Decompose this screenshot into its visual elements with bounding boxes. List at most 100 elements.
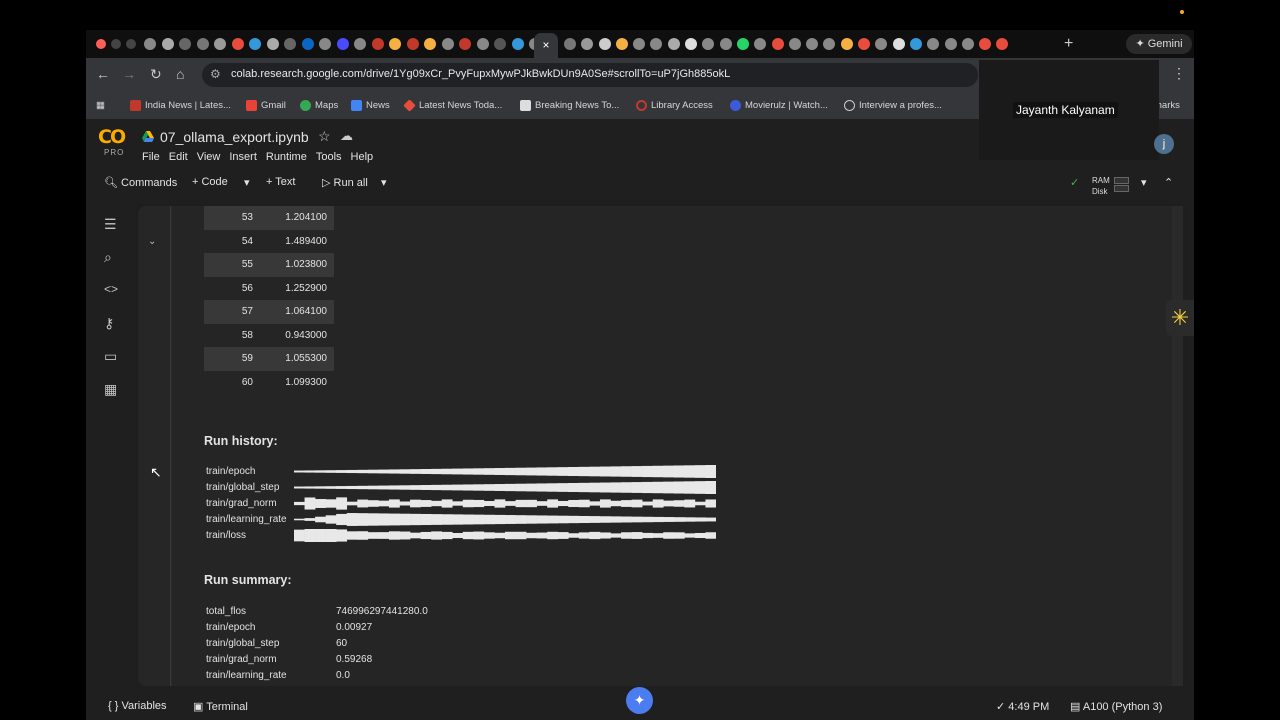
bookmark-item[interactable]: Gmail xyxy=(246,100,286,111)
collapse-output-icon[interactable]: ⌄ xyxy=(148,236,156,247)
new-tab-button[interactable]: + xyxy=(1064,35,1073,53)
tab-favicon-icon[interactable] xyxy=(494,38,506,50)
bookmark-item[interactable]: Maps xyxy=(300,100,338,111)
notebook-title[interactable]: 07_ollama_export.ipynb xyxy=(160,129,309,145)
tab-favicon-icon[interactable] xyxy=(476,38,489,50)
tab-favicon-icon[interactable] xyxy=(336,38,349,50)
tab-favicon-icon[interactable] xyxy=(214,38,226,50)
tab-favicon-icon[interactable] xyxy=(771,38,784,50)
tab-favicon-icon[interactable] xyxy=(284,38,296,50)
maximize-window-button[interactable] xyxy=(126,39,136,49)
gemini-button[interactable]: ✦ Gemini xyxy=(1126,34,1192,54)
secrets-key-icon[interactable]: ⚷ xyxy=(104,315,114,332)
menu-runtime[interactable]: Runtime xyxy=(266,151,307,163)
tab-close-icon[interactable]: × xyxy=(542,38,549,52)
bookmark-item[interactable]: Latest News Toda... xyxy=(403,99,502,112)
tab-favicon-icon[interactable] xyxy=(441,38,454,50)
star-icon[interactable]: ☆ xyxy=(318,128,331,145)
tab-favicon-icon[interactable] xyxy=(196,38,209,50)
home-icon[interactable]: ⌂ xyxy=(176,66,184,82)
tab-favicon-icon[interactable] xyxy=(736,38,749,50)
tab-favicon-icon[interactable] xyxy=(650,38,663,50)
tab-favicon-icon[interactable] xyxy=(406,38,419,50)
tab-favicon-icon[interactable] xyxy=(788,38,801,50)
bookmark-item[interactable]: Library Access xyxy=(636,100,713,111)
tab-favicon-icon[interactable] xyxy=(615,38,628,50)
tab-favicon-icon[interactable] xyxy=(389,38,401,50)
bookmark-item[interactable]: News xyxy=(351,100,390,111)
table-of-contents-icon[interactable]: ☰ xyxy=(104,216,117,233)
tab-favicon-icon[interactable] xyxy=(840,38,853,50)
tab-favicon-icon[interactable] xyxy=(823,38,836,50)
active-tab[interactable]: × xyxy=(534,33,558,58)
add-code-button[interactable]: + Code xyxy=(192,176,228,188)
site-settings-icon[interactable]: ⚙ xyxy=(210,67,221,81)
tab-favicon-icon[interactable] xyxy=(719,38,732,50)
runtime-dropdown-icon[interactable]: ▾ xyxy=(1141,176,1147,189)
tab-favicon-icon[interactable] xyxy=(754,38,767,50)
tab-favicon-icon[interactable] xyxy=(875,38,888,50)
code-snippets-icon[interactable]: <> xyxy=(104,282,118,296)
resource-monitor[interactable]: RAM Disk xyxy=(1092,175,1110,197)
tab-favicon-icon[interactable] xyxy=(371,38,384,50)
commands-button[interactable]: 🔍︎ Commands xyxy=(104,176,177,189)
tab-favicon-icon[interactable] xyxy=(319,38,331,50)
tab-favicon-icon[interactable] xyxy=(564,38,576,50)
terminal-button[interactable]: ▣ Terminal xyxy=(193,700,248,713)
run-all-button[interactable]: ▷ Run all xyxy=(322,176,368,189)
menu-help[interactable]: Help xyxy=(351,151,374,163)
tab-favicon-icon[interactable] xyxy=(979,38,992,50)
tab-favicon-icon[interactable] xyxy=(806,38,819,50)
cloud-icon[interactable]: ☁ xyxy=(340,128,353,144)
tab-favicon-icon[interactable] xyxy=(459,38,471,50)
address-bar[interactable]: ⚙ colab.research.google.com/drive/1Yg09x… xyxy=(202,63,978,87)
forward-arrow-icon[interactable]: → xyxy=(122,66,136,82)
tab-favicon-icon[interactable] xyxy=(266,38,279,50)
tab-favicon-icon[interactable] xyxy=(892,38,905,50)
apps-grid-icon[interactable]: ▦ xyxy=(96,100,105,111)
tab-favicon-icon[interactable] xyxy=(424,38,436,50)
menu-edit[interactable]: Edit xyxy=(169,151,188,163)
code-dropdown-icon[interactable]: ▾ xyxy=(244,176,250,189)
tab-favicon-icon[interactable] xyxy=(598,38,611,50)
runtime-info[interactable]: ▤ A100 (Python 3) xyxy=(1070,700,1162,713)
bookmark-item[interactable]: Movierulz | Watch... xyxy=(730,100,828,111)
menu-tools[interactable]: Tools xyxy=(316,151,342,163)
tab-favicon-icon[interactable] xyxy=(858,38,871,50)
menu-view[interactable]: View xyxy=(197,151,221,163)
close-window-button[interactable] xyxy=(96,39,106,49)
bookmark-item[interactable]: Breaking News To... xyxy=(520,100,619,111)
tab-favicon-icon[interactable] xyxy=(909,38,922,50)
tab-favicon-icon[interactable] xyxy=(144,38,156,50)
tab-favicon-icon[interactable] xyxy=(179,38,191,50)
data-table-icon[interactable]: ▦ xyxy=(104,381,117,398)
bookmark-item[interactable]: Interview a profes... xyxy=(844,100,942,111)
gemini-side-icon[interactable]: ✳ xyxy=(1166,300,1194,336)
tab-favicon-icon[interactable] xyxy=(231,38,244,50)
tab-favicon-icon[interactable] xyxy=(249,38,261,50)
files-folder-icon[interactable]: ▭ xyxy=(104,348,117,365)
menu-file[interactable]: File xyxy=(142,151,160,163)
back-arrow-icon[interactable]: ← xyxy=(96,66,110,82)
collapse-header-icon[interactable]: ⌃ xyxy=(1164,176,1173,189)
tab-favicon-icon[interactable] xyxy=(581,38,594,50)
run-all-dropdown-icon[interactable]: ▾ xyxy=(381,176,387,189)
tab-favicon-icon[interactable] xyxy=(301,38,314,50)
account-avatar[interactable]: j xyxy=(1154,134,1174,154)
minimize-window-button[interactable] xyxy=(111,39,121,49)
tab-favicon-icon[interactable] xyxy=(702,38,715,50)
browser-menu-icon[interactable]: ⋮ xyxy=(1172,65,1186,82)
menu-insert[interactable]: Insert xyxy=(229,151,257,163)
tab-favicon-icon[interactable] xyxy=(685,38,698,50)
tab-favicon-icon[interactable] xyxy=(996,38,1009,50)
tab-favicon-icon[interactable] xyxy=(961,38,974,50)
tab-favicon-icon[interactable] xyxy=(633,38,646,50)
tab-favicon-icon[interactable] xyxy=(354,38,366,50)
find-replace-icon[interactable]: ⌕ xyxy=(104,249,112,266)
tab-favicon-icon[interactable] xyxy=(161,38,174,50)
tab-favicon-icon[interactable] xyxy=(511,38,524,50)
colab-logo[interactable]: CO xyxy=(98,126,130,148)
code-cell[interactable]: ⌄ 53 1.204100 54 1.489400 55 1.023800 56 1.2529… xyxy=(138,206,1183,686)
tab-favicon-icon[interactable] xyxy=(944,38,957,50)
reload-icon[interactable]: ↻ xyxy=(150,66,162,83)
